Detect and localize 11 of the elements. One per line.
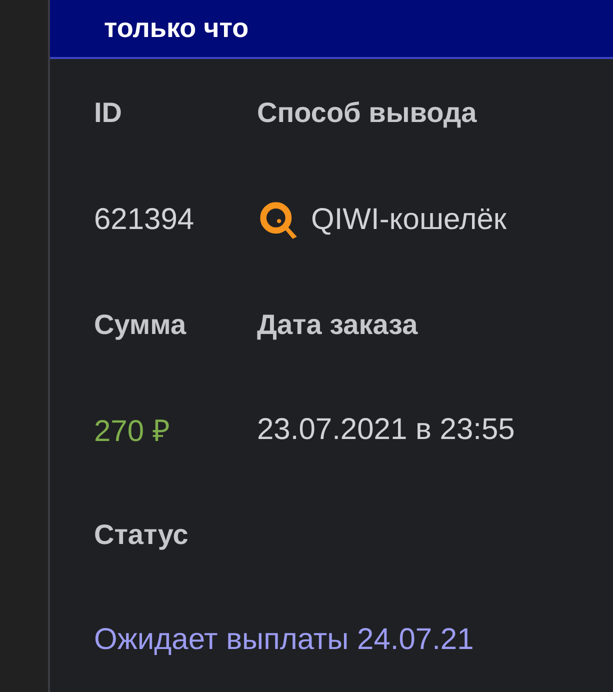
status-value: Ожидает выплаты 24.07.21 — [94, 622, 474, 656]
time-label: только что — [104, 13, 249, 44]
field-value: 23.07.2021 в 23:55 — [257, 412, 515, 446]
field-label: Статус — [94, 518, 188, 550]
field-label: Сумма — [94, 308, 186, 340]
field-label: Способ вывода — [257, 97, 477, 129]
field-label: ID — [94, 97, 122, 129]
field-value: 621394 — [94, 202, 194, 236]
field-label: Дата заказа — [257, 308, 418, 340]
amount-value: 270 ₽ — [94, 414, 170, 450]
payment-method: QIWI-кошелёк — [311, 202, 507, 236]
